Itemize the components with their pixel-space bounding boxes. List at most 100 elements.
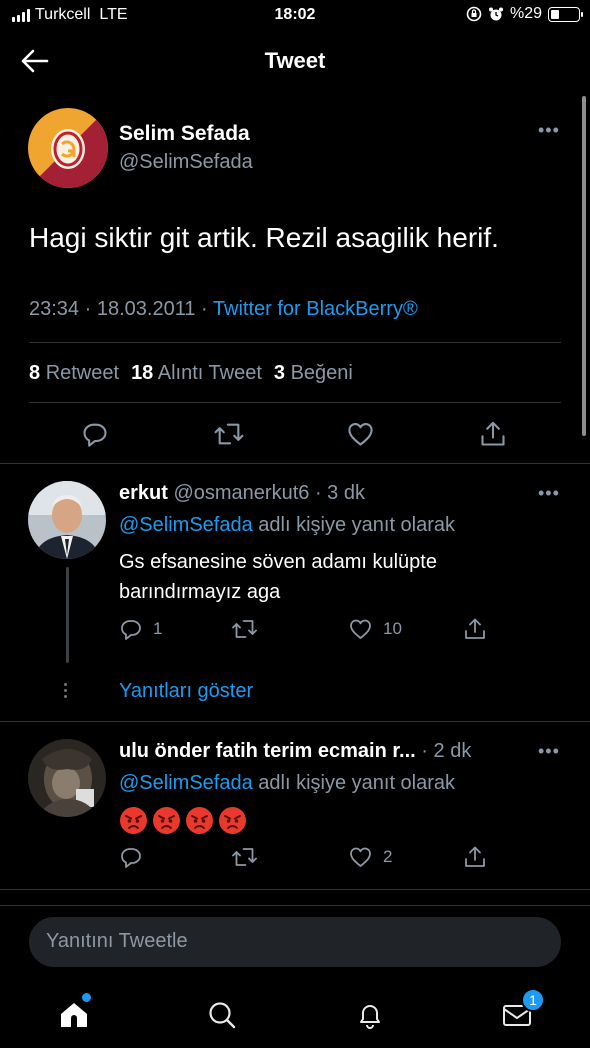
battery-percent: %29 bbox=[509, 5, 542, 22]
retweet-icon bbox=[232, 848, 257, 866]
author-name[interactable]: Selim Sefada bbox=[119, 122, 250, 146]
reply-icon bbox=[83, 423, 107, 447]
reply-compose-input[interactable]: Yanıtını Tweetle bbox=[29, 917, 561, 967]
heart-icon bbox=[350, 847, 371, 867]
heart-icon bbox=[348, 423, 373, 446]
replying-to: @SelimSefada adlı kişiye yanıt olarak bbox=[119, 514, 455, 537]
share-button[interactable] bbox=[463, 845, 487, 869]
like-button[interactable]: 2 bbox=[348, 845, 392, 869]
share-button[interactable] bbox=[463, 617, 487, 641]
like-button[interactable]: 10 bbox=[348, 617, 402, 641]
angry-face-icon bbox=[153, 807, 180, 834]
tab-notifications[interactable] bbox=[350, 995, 390, 1035]
status-bar: Turkcell LTE 18:02 %29 bbox=[0, 0, 590, 30]
avatar[interactable] bbox=[28, 481, 106, 559]
retweet-icon bbox=[214, 423, 244, 445]
messages-badge: 1 bbox=[521, 988, 545, 1012]
tweet-time: 23:34 bbox=[29, 298, 80, 320]
angry-face-icon bbox=[219, 807, 246, 834]
home-icon bbox=[61, 1003, 87, 1027]
more-options-icon[interactable]: ••• bbox=[538, 120, 560, 141]
share-icon bbox=[465, 846, 485, 867]
tab-search[interactable] bbox=[202, 995, 242, 1035]
like-count: 2 bbox=[383, 847, 393, 866]
status-right: %29 bbox=[466, 5, 583, 23]
reply-button[interactable]: 1 bbox=[119, 617, 162, 641]
share-icon bbox=[481, 421, 505, 446]
likes-stat[interactable]: 3 Beğeni bbox=[274, 362, 353, 385]
author-handle[interactable]: @SelimSefada bbox=[119, 151, 253, 174]
reply-button[interactable] bbox=[81, 420, 109, 448]
likes-count: 3 bbox=[273, 362, 286, 384]
meta-separator: · bbox=[201, 298, 208, 320]
battery-icon bbox=[548, 6, 583, 22]
bell-icon bbox=[360, 1005, 380, 1029]
retweet-button[interactable] bbox=[213, 420, 245, 448]
likes-label: Beğeni bbox=[290, 362, 353, 384]
reply-tweet[interactable]: ulu önder fatih terim ecmain r... · 2 dk… bbox=[0, 721, 590, 889]
compose-placeholder: Yanıtını Tweetle bbox=[46, 930, 188, 952]
tab-home[interactable] bbox=[54, 993, 94, 1035]
search-icon bbox=[209, 1002, 236, 1029]
avatar[interactable] bbox=[28, 108, 108, 188]
scrollbar[interactable] bbox=[582, 96, 586, 436]
retweet-icon bbox=[232, 620, 257, 638]
quotes-label: Alıntı Tweet bbox=[157, 362, 262, 384]
reply-header: ulu önder fatih terim ecmain r... · 2 dk bbox=[119, 740, 471, 763]
reply-text-line: Gs efsanesine söven adamı kulüpte bbox=[119, 551, 437, 573]
mention-link[interactable]: @SelimSefada bbox=[119, 772, 253, 794]
more-options-icon[interactable]: ••• bbox=[538, 741, 560, 762]
reply-header: erkut @osmanerkut6 · 3 dk bbox=[119, 482, 365, 505]
galatasaray-logo-icon bbox=[28, 108, 108, 188]
like-button[interactable] bbox=[346, 420, 375, 448]
orientation-lock-icon bbox=[466, 6, 482, 22]
divider bbox=[0, 889, 590, 890]
tweet-date: 18.03.2011 bbox=[96, 298, 196, 320]
retweets-label: Retweet bbox=[45, 362, 120, 384]
heart-icon bbox=[350, 619, 371, 639]
retweet-button[interactable] bbox=[231, 845, 268, 869]
home-notification-dot bbox=[82, 993, 91, 1002]
replying-label: adlı kişiye yanıt olarak bbox=[258, 772, 456, 794]
nav-header: Tweet bbox=[0, 36, 590, 86]
reply-count: 1 bbox=[153, 619, 163, 638]
retweet-button[interactable] bbox=[231, 617, 268, 641]
quotes-stat[interactable]: 18 Alıntı Tweet bbox=[131, 362, 262, 385]
reply-time: · 3 dk bbox=[314, 482, 365, 504]
share-button[interactable] bbox=[479, 420, 507, 448]
reply-button[interactable] bbox=[119, 845, 153, 869]
more-options-icon[interactable]: ••• bbox=[538, 483, 560, 504]
like-count: 10 bbox=[383, 619, 402, 638]
retweets-stat[interactable]: 8 Retweet bbox=[29, 362, 119, 385]
share-icon bbox=[465, 618, 485, 639]
meta-separator: · bbox=[84, 298, 92, 320]
reply-tweet[interactable]: erkut @osmanerkut6 · 3 dk ••• @SelimSefa… bbox=[0, 463, 590, 721]
tab-messages[interactable]: 1 bbox=[497, 988, 545, 1035]
tweet-source-link[interactable]: Twitter for BlackBerry® bbox=[213, 298, 418, 320]
reply-icon bbox=[121, 620, 141, 640]
angry-face-icon bbox=[186, 807, 213, 834]
alarm-icon bbox=[488, 7, 503, 21]
reply-author-name[interactable]: erkut bbox=[119, 482, 168, 504]
mention-link[interactable]: @SelimSefada bbox=[119, 514, 253, 536]
retweets-count: 8 bbox=[29, 362, 41, 384]
reply-text-line: barındırmayız aga bbox=[119, 581, 281, 603]
reply-icon bbox=[121, 848, 141, 868]
replying-label: adlı kişiye yanıt olarak bbox=[258, 514, 456, 536]
bottom-tab-bar: 1 bbox=[0, 985, 590, 1048]
compose-divider bbox=[0, 905, 590, 906]
show-replies-link[interactable]: Yanıtları göster bbox=[119, 680, 253, 703]
quotes-count: 18 bbox=[131, 362, 154, 384]
divider bbox=[29, 342, 561, 343]
reply-author-handle[interactable]: @osmanerkut6 bbox=[173, 482, 309, 504]
page-title: Tweet bbox=[264, 48, 326, 73]
tweet-text: Hagi siktir git artik. Rezil asagilik he… bbox=[29, 222, 499, 253]
thread-dots-icon bbox=[64, 683, 67, 698]
reply-time: · 2 dk bbox=[421, 740, 472, 762]
tweet-meta: 23:34 · 18.03.2011 · Twitter for BlackBe… bbox=[29, 298, 418, 321]
tweet-stats: 8 Retweet 18 Alıntı Tweet 3 Beğeni bbox=[29, 362, 353, 385]
reply-author-name[interactable]: ulu önder fatih terim ecmain r... bbox=[119, 740, 416, 762]
avatar[interactable] bbox=[28, 739, 106, 817]
reply-text: Gs efsanesine söven adamı kulüpte barınd… bbox=[119, 547, 437, 607]
profile-photo-icon bbox=[28, 739, 106, 817]
